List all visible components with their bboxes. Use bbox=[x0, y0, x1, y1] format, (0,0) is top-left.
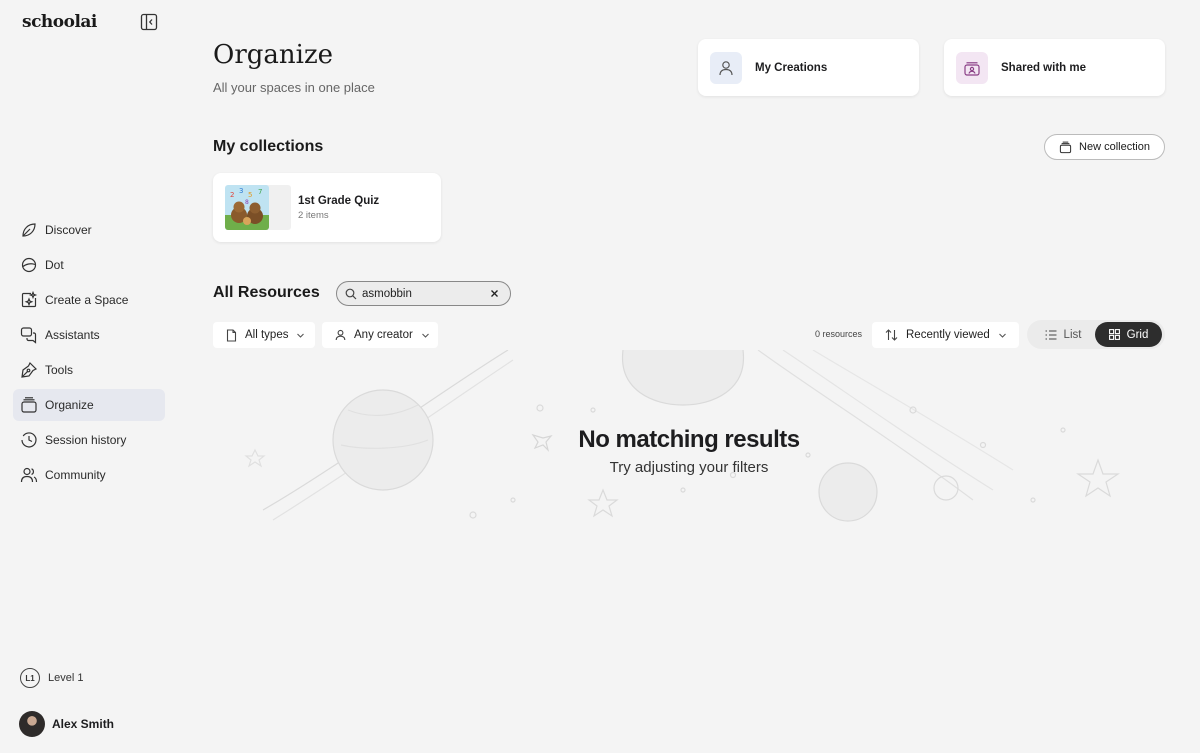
page-subtitle: All your spaces in one place bbox=[213, 80, 375, 95]
creator-filter-dropdown[interactable]: Any creator bbox=[322, 322, 438, 348]
sort-label: Recently viewed bbox=[906, 329, 990, 341]
shared-with-me-label: Shared with me bbox=[1001, 61, 1086, 74]
users-icon bbox=[20, 466, 38, 484]
resource-count: 0 resources bbox=[815, 329, 863, 339]
list-view-label: List bbox=[1063, 328, 1082, 341]
sidebar-item-community[interactable]: Community bbox=[13, 459, 165, 491]
sidebar-item-label: Discover bbox=[45, 223, 92, 237]
new-collection-label: New collection bbox=[1079, 141, 1150, 153]
sidebar-item-label: Session history bbox=[45, 433, 127, 447]
leaf-icon bbox=[20, 221, 38, 239]
list-icon bbox=[1045, 329, 1057, 340]
type-filter-dropdown[interactable]: All types bbox=[213, 322, 315, 348]
dot-planet-icon bbox=[20, 256, 38, 274]
shared-folder-icon bbox=[956, 51, 988, 84]
sidebar-item-label: Dot bbox=[45, 258, 64, 272]
clock-icon bbox=[20, 431, 38, 449]
svg-text:2: 2 bbox=[230, 191, 234, 199]
svg-text:5: 5 bbox=[248, 191, 252, 199]
sidebar-item-session-history[interactable]: Session history bbox=[13, 424, 165, 456]
user-icon bbox=[710, 51, 742, 84]
my-creations-label: My Creations bbox=[755, 61, 828, 74]
sidebar: schoolai Discover Dot Create a Space Ass… bbox=[0, 0, 180, 753]
sidebar-item-discover[interactable]: Discover bbox=[13, 214, 165, 246]
new-collection-icon bbox=[1059, 141, 1072, 153]
sidebar-item-label: Organize bbox=[45, 398, 94, 412]
sidebar-item-label: Assistants bbox=[45, 328, 100, 342]
user-icon bbox=[335, 329, 346, 341]
sidebar-nav: Discover Dot Create a Space Assistants T… bbox=[13, 214, 165, 494]
sidebar-item-label: Create a Space bbox=[45, 293, 129, 307]
chevron-down-icon bbox=[421, 333, 429, 338]
svg-text:7: 7 bbox=[258, 188, 262, 196]
creator-filter-label: Any creator bbox=[354, 329, 413, 341]
resources-title: All Resources bbox=[213, 284, 320, 301]
pen-tool-icon bbox=[20, 361, 38, 379]
shared-with-me-card[interactable]: Shared with me bbox=[944, 39, 1165, 96]
new-collection-button[interactable]: New collection bbox=[1044, 134, 1165, 160]
sort-arrows-icon bbox=[885, 329, 898, 341]
sidebar-item-create-space[interactable]: Create a Space bbox=[13, 284, 165, 316]
sidebar-item-dot[interactable]: Dot bbox=[13, 249, 165, 281]
resource-search bbox=[336, 281, 511, 306]
type-filter-label: All types bbox=[245, 329, 289, 341]
empty-state-subtitle: Try adjusting your filters bbox=[609, 459, 769, 476]
level-indicator[interactable]: L1 Level 1 bbox=[20, 668, 83, 688]
list-view-button[interactable]: List bbox=[1031, 322, 1095, 347]
view-toggle: List Grid bbox=[1027, 320, 1165, 349]
chevron-down-icon bbox=[297, 333, 305, 338]
search-icon bbox=[345, 288, 357, 299]
page-title: Organize bbox=[213, 40, 334, 70]
stack-icon bbox=[20, 396, 38, 414]
user-profile[interactable]: Alex Smith bbox=[19, 711, 114, 737]
sidebar-item-label: Community bbox=[45, 468, 106, 482]
clear-search-icon[interactable] bbox=[489, 288, 500, 299]
chat-bubbles-icon bbox=[20, 326, 38, 344]
sidebar-item-label: Tools bbox=[45, 363, 74, 377]
sort-dropdown[interactable]: Recently viewed bbox=[872, 322, 1019, 348]
app-logo[interactable]: schoolai bbox=[22, 12, 97, 32]
collections-title: My collections bbox=[213, 138, 324, 155]
chevron-down-icon bbox=[998, 333, 1006, 338]
level-badge: L1 bbox=[20, 668, 40, 688]
grid-view-button[interactable]: Grid bbox=[1095, 322, 1162, 347]
document-icon bbox=[226, 328, 237, 342]
search-input[interactable] bbox=[362, 287, 482, 300]
svg-text:3: 3 bbox=[239, 187, 243, 195]
user-name: Alex Smith bbox=[52, 717, 115, 731]
sidebar-item-tools[interactable]: Tools bbox=[13, 354, 165, 386]
svg-text:8: 8 bbox=[245, 199, 249, 206]
my-creations-card[interactable]: My Creations bbox=[698, 39, 919, 96]
collection-name: 1st Grade Quiz bbox=[298, 195, 380, 207]
create-space-icon bbox=[20, 291, 38, 309]
collection-count: 2 items bbox=[298, 210, 329, 221]
sidebar-item-organize[interactable]: Organize bbox=[13, 389, 165, 421]
grid-view-label: Grid bbox=[1126, 328, 1149, 341]
sidebar-item-assistants[interactable]: Assistants bbox=[13, 319, 165, 351]
sidebar-collapse-icon[interactable] bbox=[140, 13, 158, 31]
grid-icon bbox=[1108, 329, 1120, 340]
level-label: Level 1 bbox=[48, 672, 84, 684]
collection-thumbnail: 2 3 5 7 8 bbox=[225, 185, 293, 230]
empty-state-title: No matching results bbox=[578, 426, 800, 453]
collection-card[interactable]: 2 3 5 7 8 1st Grade Quiz 2 items bbox=[213, 173, 441, 242]
avatar bbox=[19, 711, 45, 737]
